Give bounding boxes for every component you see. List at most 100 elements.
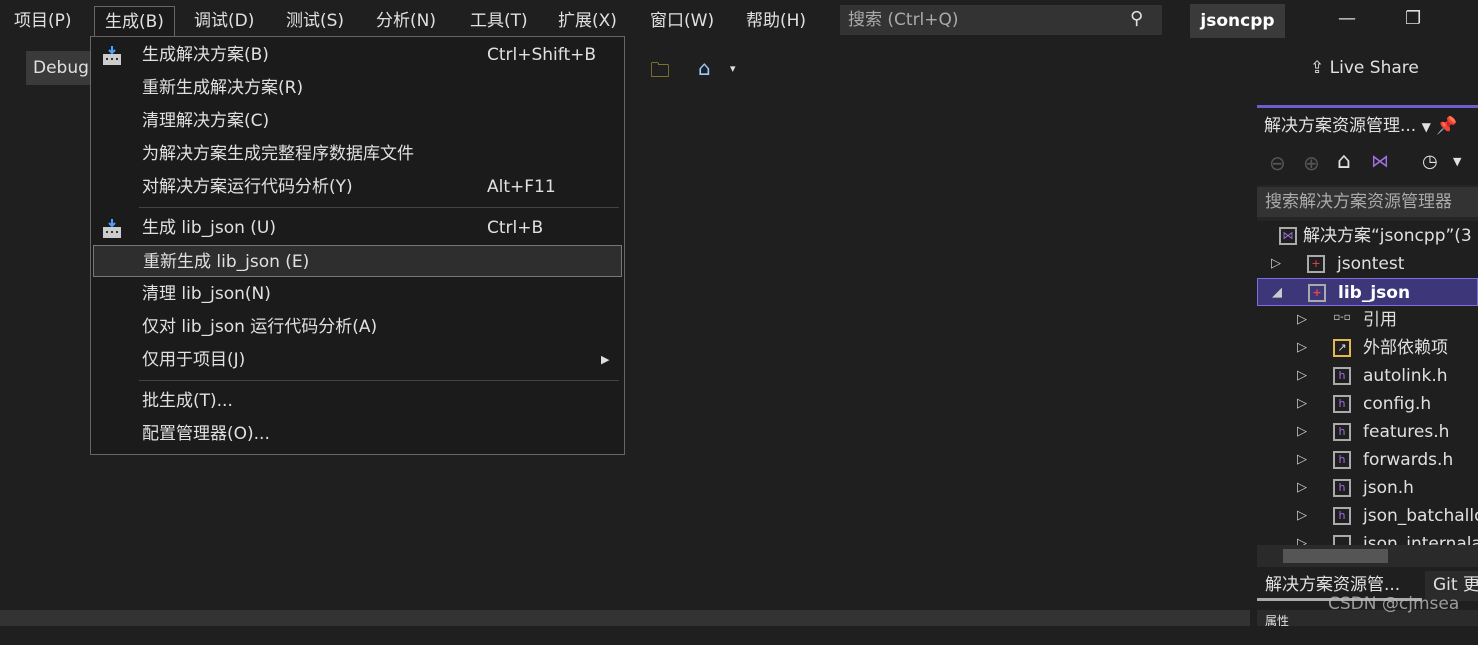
menu-item-label: 重新生成 lib_json (E)	[143, 252, 310, 272]
switch-views-icon[interactable]: ⋈	[1371, 151, 1389, 172]
back-icon[interactable]: ⊖	[1269, 151, 1286, 175]
header-file-icon: h	[1333, 367, 1351, 385]
tree-item[interactable]: ▷ h json.h	[1257, 474, 1478, 502]
menu-item-label: 清理 lib_json(N)	[142, 284, 271, 304]
tree-item[interactable]: ▷ + jsontest	[1257, 250, 1478, 278]
menu-item-label: 批生成(T)...	[142, 391, 233, 411]
panel-title: 解决方案资源管理... ▼ 📌	[1257, 105, 1478, 143]
menu-item[interactable]: 帮助(H)	[736, 6, 816, 36]
menu-item-label: 生成解决方案(B)	[142, 45, 269, 65]
menu-item[interactable]: 配置管理器(O)...	[93, 418, 622, 450]
folder-search-icon[interactable]: 🗀	[650, 56, 670, 90]
tree-item-label: 解决方案“jsoncpp”(3	[1303, 226, 1472, 246]
external-dependencies-icon: ↗	[1333, 339, 1351, 357]
menu-item[interactable]: 批生成(T)...	[93, 385, 622, 417]
tree-item-label: 外部依赖项	[1363, 338, 1448, 358]
watermark: CSDN @cjmsea	[1328, 594, 1460, 614]
tree-item-label: config.h	[1363, 394, 1432, 414]
menu-item[interactable]: 对解决方案运行代码分析(Y) Alt+F11	[93, 171, 622, 203]
menu-item[interactable]: 仅对 lib_json 运行代码分析(A)	[93, 311, 622, 343]
tree-item[interactable]: ▷ ▫-▫ 引用	[1257, 306, 1478, 334]
dropdown-icon[interactable]: ▼	[1453, 155, 1461, 168]
expand-icon[interactable]: ▷	[1297, 418, 1307, 446]
menu-item[interactable]: 重新生成 lib_json (E)	[93, 245, 622, 277]
home-icon[interactable]: ⌂	[1337, 149, 1351, 174]
tree-item[interactable]: ▷ ↗ 外部依赖项	[1257, 334, 1478, 362]
expand-icon[interactable]: ▷	[1297, 390, 1307, 418]
menu-item[interactable]: 仅用于项目(J) ▶	[93, 344, 622, 376]
tree-item-label: lib_json	[1338, 283, 1411, 303]
header-file-icon: h	[1333, 395, 1351, 413]
menu-item[interactable]: 生成 lib_json (U) Ctrl+B	[93, 212, 622, 244]
menu-item[interactable]: 扩展(X)	[548, 6, 627, 36]
build-icon	[101, 218, 123, 238]
tree-item-label: autolink.h	[1363, 366, 1448, 386]
search-icon[interactable]: ⚲	[1130, 8, 1143, 29]
tree-item[interactable]: ▷ h config.h	[1257, 390, 1478, 418]
tree-item-label: json.h	[1363, 478, 1414, 498]
dropdown-icon[interactable]: ▼	[1422, 120, 1431, 134]
tree-item-label: jsontest	[1337, 254, 1405, 274]
search-input[interactable]: 搜索 (Ctrl+Q)	[840, 5, 1162, 35]
menu-item[interactable]: 窗口(W)	[640, 6, 724, 36]
menu-item[interactable]: 清理解决方案(C)	[93, 105, 622, 137]
expand-icon[interactable]: ▷	[1271, 250, 1281, 278]
menu-item[interactable]: 调试(D)	[184, 6, 264, 36]
build-icon	[101, 45, 123, 65]
tree-item[interactable]: ◢ + lib_json	[1257, 278, 1478, 306]
horizontal-scrollbar[interactable]	[1257, 545, 1478, 567]
menu-item-label: 仅用于项目(J)	[142, 350, 246, 370]
header-file-icon: h	[1333, 479, 1351, 497]
expand-icon[interactable]: ▷	[1297, 474, 1307, 502]
tree-item[interactable]: ▷ h json_batchallo	[1257, 502, 1478, 530]
restore-button[interactable]: ❐	[1405, 8, 1421, 29]
menu-item[interactable]: 生成解决方案(B) Ctrl+Shift+B	[93, 39, 622, 71]
solution-icon: ⋈	[1279, 227, 1297, 245]
menu-item-label: 配置管理器(O)...	[142, 424, 270, 444]
menu-item-shortcut: Alt+F11	[487, 177, 556, 197]
expand-icon[interactable]: ◢	[1272, 279, 1282, 307]
build-menu: 生成解决方案(B) Ctrl+Shift+B 重新生成解决方案(R) 清理解决方案(C…	[90, 36, 625, 455]
menu-item[interactable]: 重新生成解决方案(R)	[93, 72, 622, 104]
menu-item-label: 生成 lib_json (U)	[142, 218, 277, 238]
menu-item[interactable]: 项目(P)	[4, 6, 82, 36]
forward-icon[interactable]: ⊕	[1303, 151, 1320, 175]
minimize-button[interactable]: —	[1338, 8, 1356, 29]
history-icon[interactable]: ◷	[1422, 151, 1438, 172]
expand-icon[interactable]: ▷	[1297, 446, 1307, 474]
menu-item[interactable]: 为解决方案生成完整程序数据库文件	[93, 138, 622, 170]
tree-item[interactable]: ▷ h features.h	[1257, 418, 1478, 446]
configuration-dropdown[interactable]: Debug	[26, 51, 90, 85]
menu-item[interactable]: 生成(B)	[94, 6, 175, 38]
solution-explorer: 解决方案资源管理... ▼ 📌 ⊖ ⊕ ⌂ ⋈ ◷ ▼ 搜索解决方案资源管理器 …	[1257, 105, 1478, 645]
menu-item[interactable]: 清理 lib_json(N)	[93, 278, 622, 310]
tree-item-label: forwards.h	[1363, 450, 1454, 470]
project-name-badge: jsoncpp	[1190, 4, 1285, 38]
expand-icon[interactable]: ▷	[1297, 362, 1307, 390]
tree-item-label: 引用	[1363, 310, 1397, 330]
tree-item[interactable]: ▷ h forwards.h	[1257, 446, 1478, 474]
toolbar-overflow-icon[interactable]: ▾	[730, 62, 736, 75]
tree-item[interactable]: ▷ h autolink.h	[1257, 362, 1478, 390]
menu-item[interactable]: 工具(T)	[460, 6, 538, 36]
live-share-button[interactable]: ⇪ Live Share	[1310, 58, 1419, 78]
cpp-project-icon: +	[1307, 255, 1325, 273]
status-bar	[0, 610, 1250, 626]
expand-icon[interactable]: ▷	[1297, 334, 1307, 362]
expand-icon[interactable]: ▷	[1297, 502, 1307, 530]
scrollbar-thumb[interactable]	[1283, 549, 1388, 563]
pin-icon[interactable]: 📌	[1436, 116, 1457, 136]
window-home-icon[interactable]: ⌂	[698, 56, 711, 80]
share-icon: ⇪	[1310, 58, 1330, 78]
tree-item-label: features.h	[1363, 422, 1450, 442]
menu-item-label: 重新生成解决方案(R)	[142, 78, 304, 98]
menu-item[interactable]: 测试(S)	[276, 6, 354, 36]
header-file-icon: h	[1333, 423, 1351, 441]
tree-item[interactable]: ⋈ 解决方案“jsoncpp”(3	[1257, 222, 1478, 250]
expand-icon[interactable]: ▷	[1297, 306, 1307, 334]
menu-item[interactable]: 分析(N)	[366, 6, 446, 36]
cpp-project-icon: +	[1308, 284, 1326, 302]
menu-separator	[139, 207, 619, 208]
menu-item-label: 对解决方案运行代码分析(Y)	[142, 177, 353, 197]
solution-search-input[interactable]: 搜索解决方案资源管理器	[1257, 187, 1478, 217]
